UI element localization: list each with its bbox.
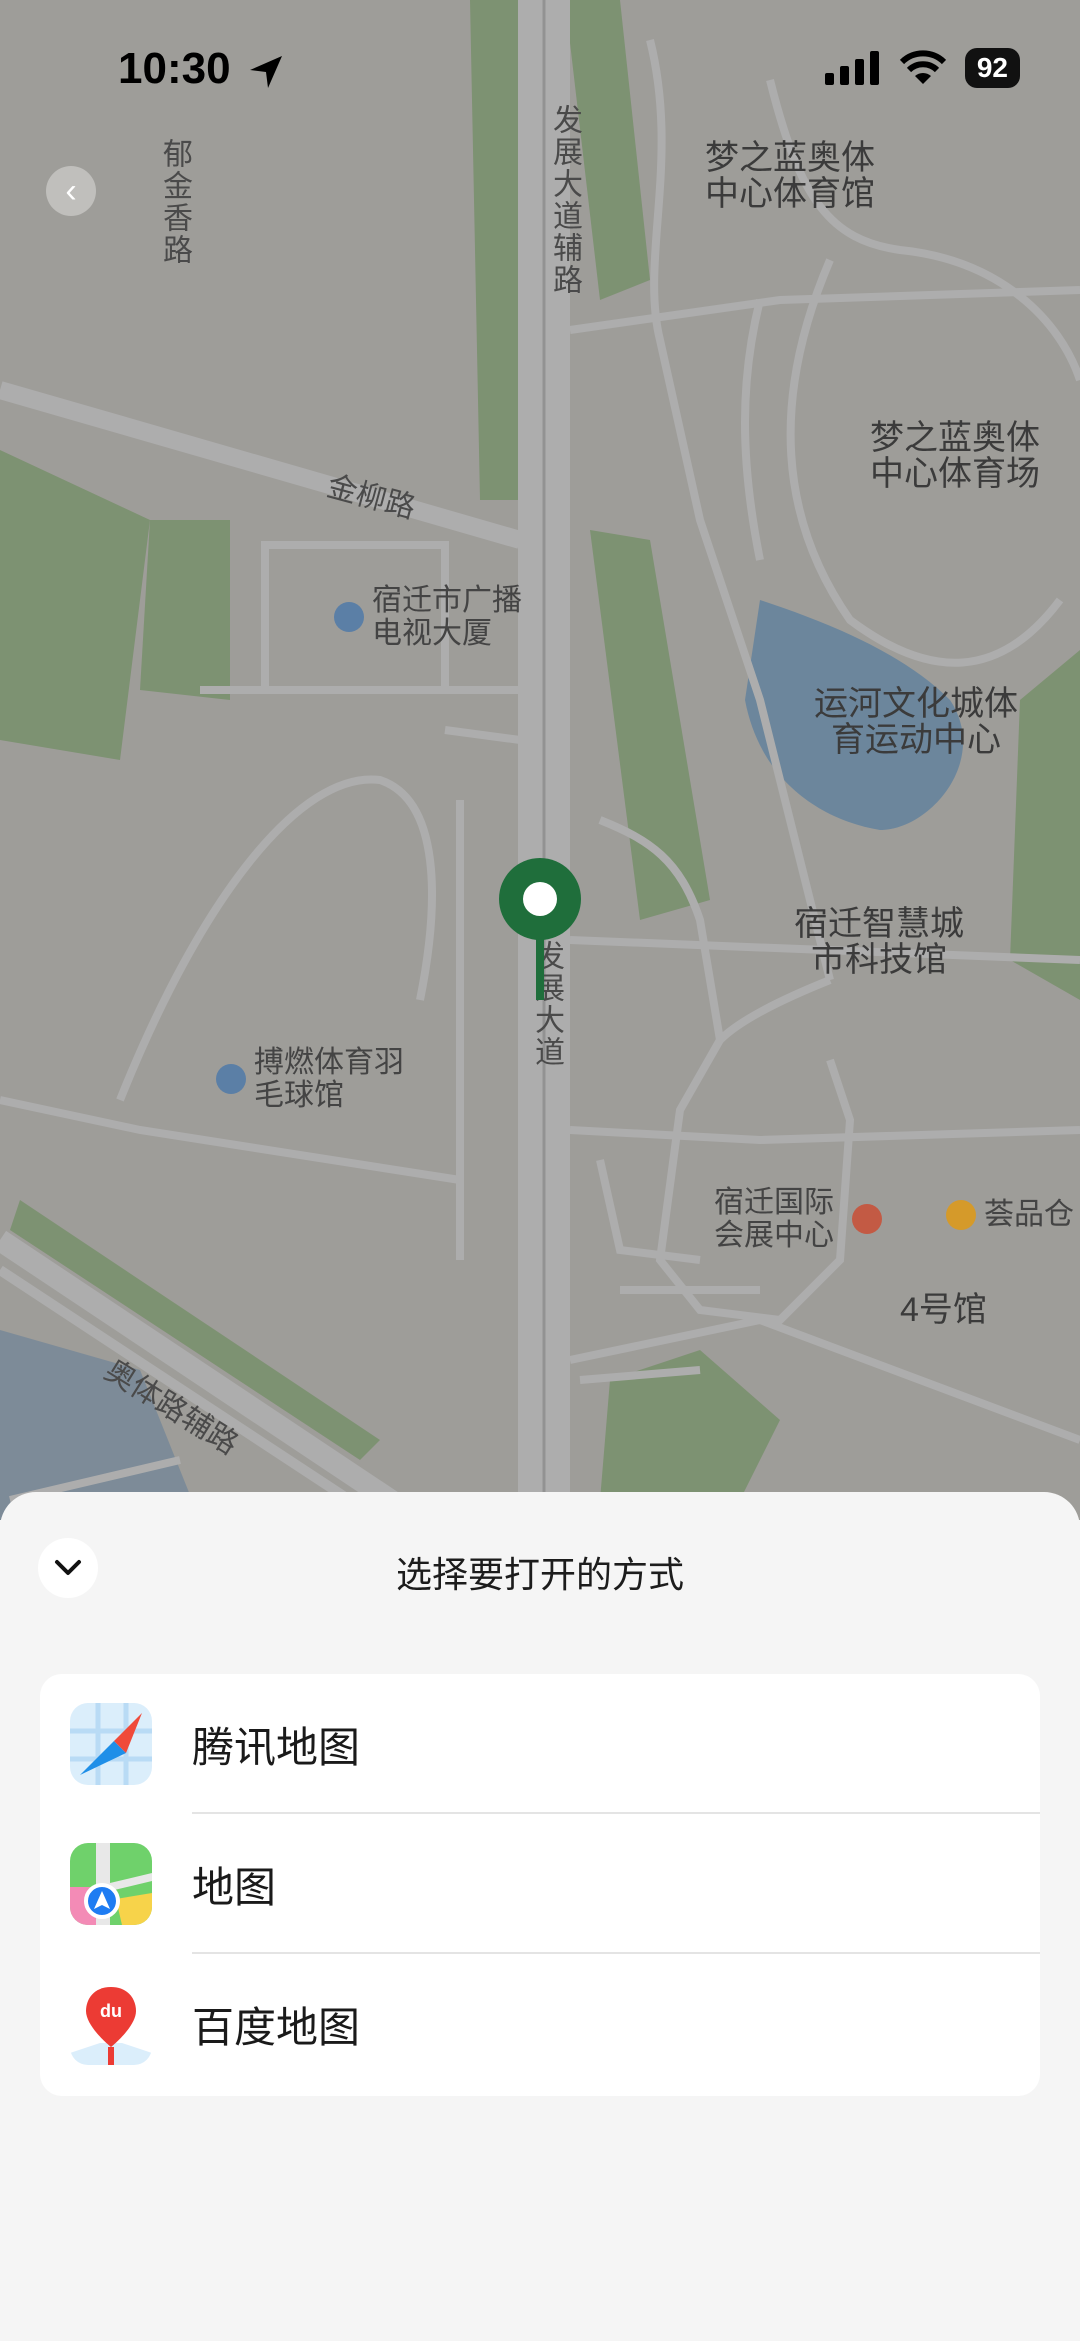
signal-icon <box>824 51 879 85</box>
wifi-icon <box>899 50 946 84</box>
sheet-title: 选择要打开的方式 <box>395 1554 684 1595</box>
status-right: 92 <box>824 48 1020 88</box>
battery-indicator: 92 <box>964 48 1020 88</box>
location-marker-stem <box>536 930 544 1000</box>
apple-maps-icon <box>70 1843 152 1925</box>
open-with-sheet: 选择要打开的方式 腾讯地图 地图 du 百度地图 <box>0 1492 1080 2341</box>
option-label: 地图 <box>192 1863 277 1911</box>
chevron-left-icon: ‹ <box>65 171 77 210</box>
poi-huicang[interactable]: 荟品仓 <box>946 1198 1080 1231</box>
map-view[interactable]: 郁金香路 发展大道辅路 梦之蓝奥体中心体育馆 梦之蓝奥体中心体育场 金柳路 宿迁… <box>0 0 1080 1520</box>
tv-building-icon <box>334 602 364 632</box>
badminton-icon <box>216 1064 246 1094</box>
baidu-map-icon: du <box>70 1983 152 2065</box>
status-bar: 10:30 92 <box>0 0 1080 140</box>
status-time: 10:30 <box>118 44 231 93</box>
sheet-header: 选择要打开的方式 <box>0 1492 1080 1642</box>
poi-mengzhilan-gym: 梦之蓝奥体中心体育馆 <box>705 139 875 213</box>
app-options-list: 腾讯地图 地图 du 百度地图 <box>40 1674 1040 2096</box>
poi-zhihui-building: 宿迁智慧城市科技馆 <box>794 905 964 979</box>
option-tencent-map[interactable]: 腾讯地图 <box>40 1674 1040 1814</box>
option-label: 腾讯地图 <box>192 1723 361 1771</box>
location-arrow-icon <box>250 56 282 88</box>
poi-yunhe-center: 运河文化城体育运动中心 <box>814 685 1018 759</box>
poi-hall4: 4号馆 <box>900 1291 987 1329</box>
option-label: 百度地图 <box>192 2003 361 2051</box>
option-apple-maps[interactable]: 地图 <box>40 1814 1040 1954</box>
back-button[interactable]: ‹ <box>46 166 96 216</box>
baidu-logo-text: du <box>100 2001 122 2021</box>
poi-mengzhilan-stadium: 梦之蓝奥体中心体育场 <box>870 419 1040 493</box>
road-label-yujinxiang: 郁金香路 <box>158 138 191 266</box>
poi-boran-gym[interactable]: 搏燃体育羽毛球馆 <box>216 1046 406 1112</box>
shopping-icon <box>946 1199 976 1230</box>
road-label-fazhan: 发展大道 <box>530 940 563 1068</box>
location-marker-icon[interactable] <box>499 858 581 940</box>
poi-expo-center[interactable]: 宿迁国际会展中心 <box>714 1186 904 1252</box>
expo-icon <box>852 1204 882 1234</box>
poi-suqian-tv[interactable]: 宿迁市广播电视大厦 <box>334 584 544 650</box>
tencent-map-icon <box>70 1703 152 1785</box>
option-baidu-map[interactable]: du 百度地图 <box>40 1954 1040 2094</box>
